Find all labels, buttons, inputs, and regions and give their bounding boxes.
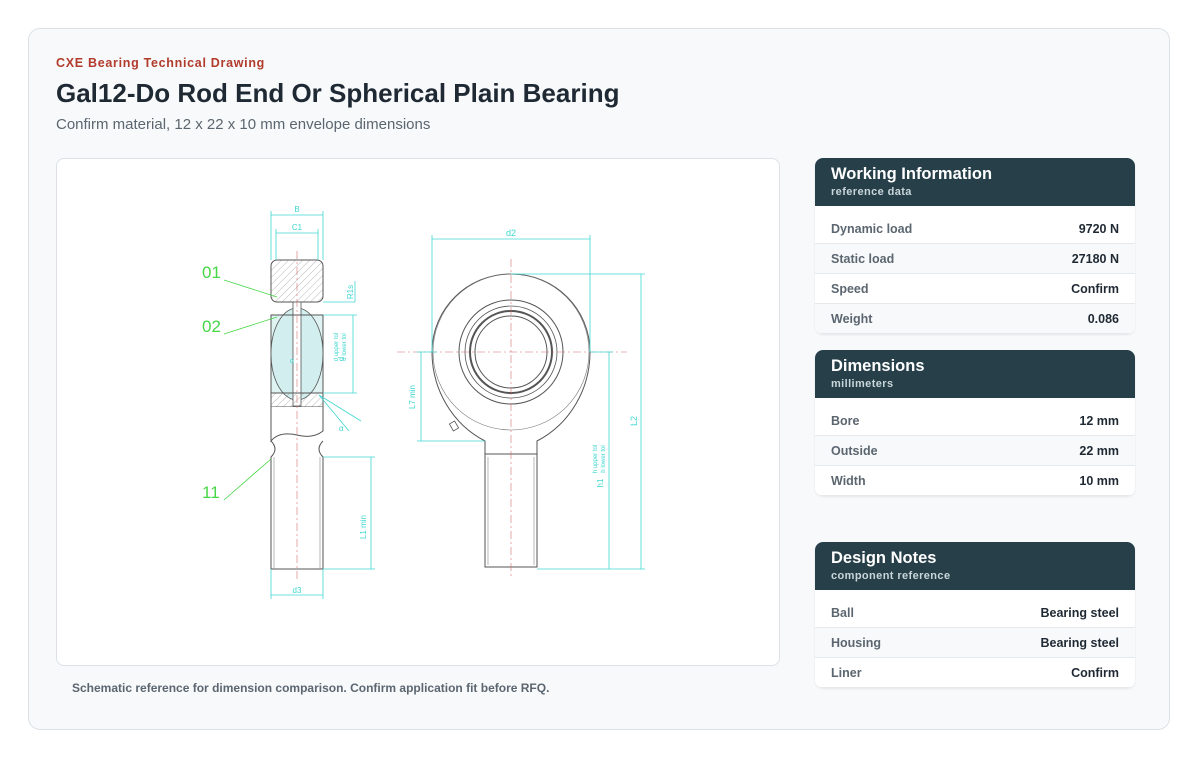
dim-label-d3: d3 [293, 586, 302, 595]
working-information-card: Working Information reference data Dynam… [815, 158, 1135, 334]
spec-value: 9720 N [1078, 221, 1119, 236]
card-subtitle: millimeters [831, 378, 894, 390]
page-title: Gal12-Do Rod End Or Spherical Plain Bear… [56, 78, 620, 108]
spec-label: Bore [831, 413, 860, 428]
spec-value: Confirm [1071, 281, 1119, 296]
dim-label-d2: d2 [506, 228, 516, 238]
spec-value: Confirm [1071, 665, 1119, 680]
card-title: Dimensions [831, 357, 925, 375]
spec-row-liner: Liner Confirm [815, 658, 1135, 688]
callout-02: 02 [202, 317, 221, 336]
card-header: Design Notes component reference [815, 542, 1135, 590]
spec-label: Static load [831, 251, 895, 266]
spec-label: Ball [831, 605, 854, 620]
dim-label-c1: C1 [292, 223, 303, 232]
spec-row-dynamic-load: Dynamic load 9720 N [815, 214, 1135, 244]
page-subtitle: Confirm material, 12 x 22 x 10 mm envelo… [56, 116, 431, 133]
spec-row-bore: Bore 12 mm [815, 406, 1135, 436]
dim-label-d-lower: d lower tol [342, 333, 348, 360]
dim-label-alpha: α [339, 424, 344, 433]
dim-label-b: B [294, 205, 299, 214]
spec-row-width: Width 10 mm [815, 466, 1135, 496]
card-subtitle: reference data [831, 186, 912, 198]
dim-label-h-upper: h upper tol [593, 445, 599, 473]
spec-row-outside: Outside 22 mm [815, 436, 1135, 466]
spec-label: Housing [831, 635, 881, 650]
callout-11: 11 [202, 483, 220, 502]
dim-label-h-lower: h lower tol [601, 445, 607, 472]
technical-drawing: B C1 R1s d d upper tol d lower tol α α L… [56, 158, 780, 666]
spec-label: Liner [831, 665, 862, 680]
spec-label: Weight [831, 311, 873, 326]
spec-value: 27180 N [1071, 251, 1119, 266]
spec-row-weight: Weight 0.086 [815, 304, 1135, 334]
card-title: Design Notes [831, 549, 937, 567]
dim-label-l7: L7 min [408, 385, 417, 409]
dim-label-d-upper: d upper tol [334, 333, 340, 361]
spec-value: 0.086 [1087, 311, 1119, 326]
spec-row-housing: Housing Bearing steel [815, 628, 1135, 658]
spec-value: Bearing steel [1040, 635, 1119, 650]
spec-label: Speed [831, 281, 869, 296]
dimensions-card: Dimensions millimeters Bore 12 mm Outsid… [815, 350, 1135, 496]
spec-value: Bearing steel [1040, 605, 1119, 620]
card-subtitle: component reference [831, 570, 951, 582]
card-header: Dimensions millimeters [815, 350, 1135, 398]
spec-row-static-load: Static load 27180 N [815, 244, 1135, 274]
spec-value: 10 mm [1079, 473, 1119, 488]
dim-label-alpha-ball: α [290, 358, 294, 365]
spec-value: 12 mm [1079, 413, 1119, 428]
drawing-caption: Schematic reference for dimension compar… [72, 681, 550, 695]
card-header: Working Information reference data [815, 158, 1135, 206]
dim-label-r1s: R1s [346, 285, 355, 299]
spec-value: 22 mm [1079, 443, 1119, 458]
spec-label: Outside [831, 443, 878, 458]
dim-label-l1: L1 min [359, 515, 368, 539]
eyebrow: CXE Bearing Technical Drawing [56, 56, 266, 70]
card-title: Working Information [831, 165, 993, 183]
spec-label: Width [831, 473, 866, 488]
dim-label-h1: h1 [596, 478, 605, 487]
callout-01: 01 [202, 263, 221, 282]
spec-row-ball: Ball Bearing steel [815, 598, 1135, 628]
side-view: B C1 R1s d d upper tol d lower tol α α L… [202, 205, 375, 599]
front-view: d2 L2 h upper tol h lower tol h1 L7 min [397, 228, 645, 579]
page-card: CXE Bearing Technical Drawing Gal12-Do R… [28, 28, 1170, 730]
spec-row-speed: Speed Confirm [815, 274, 1135, 304]
design-notes-card: Design Notes component reference Ball Be… [815, 542, 1135, 688]
dim-label-l2: L2 [629, 416, 639, 426]
spec-label: Dynamic load [831, 221, 913, 236]
